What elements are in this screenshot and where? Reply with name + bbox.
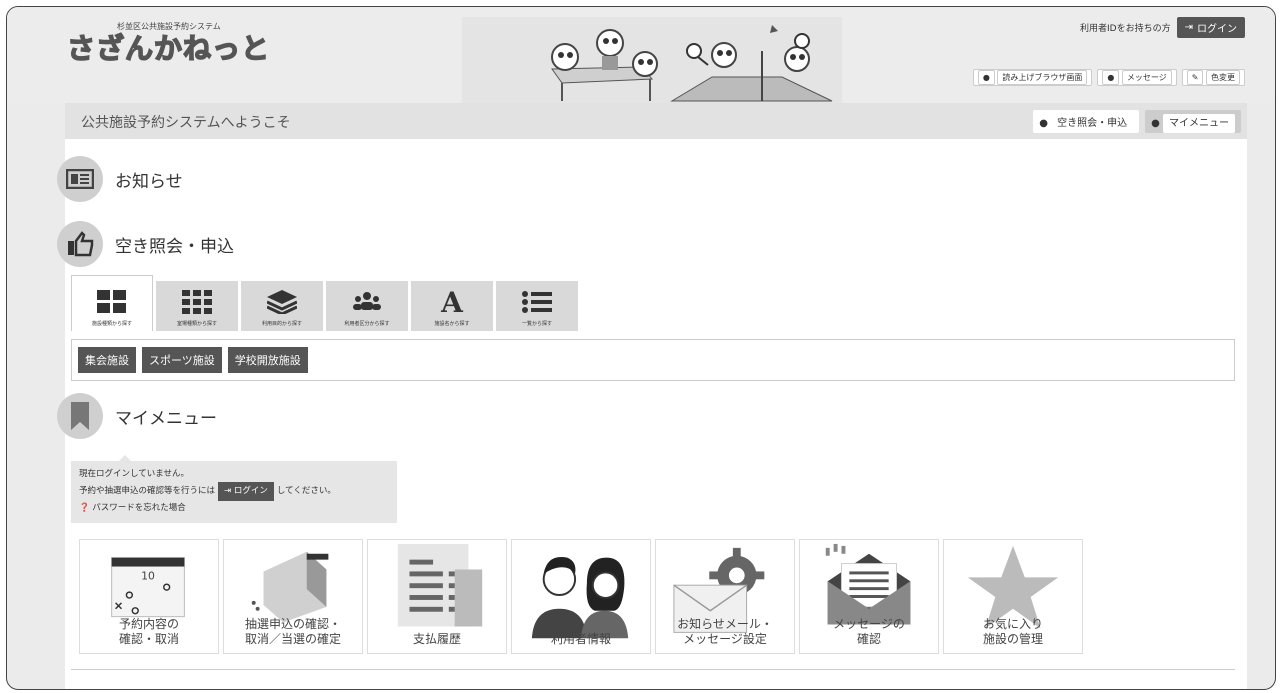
header-login-label: ログイン: [1197, 24, 1237, 35]
header-links: ● 読み上げブラウザ画面 ● メッセージ ✎ 色変更: [972, 69, 1245, 86]
forgot-password-link[interactable]: ❓ パスワードを忘れた場合: [79, 501, 389, 516]
mymenu-cards: 10 予約内容の 確認・取消 抽選申込の確認・ 取消／当選の確定 支払履歴 利用…: [79, 539, 1083, 654]
message-link[interactable]: ● メッセージ: [1097, 69, 1177, 86]
color-change-label: 色変更: [1206, 70, 1240, 85]
tab-list-label: 一覧から探す: [521, 321, 552, 327]
screen-reader-label: 読み上げブラウザ画面: [997, 70, 1088, 85]
divider: [71, 669, 1235, 670]
main-content: 公共施設予約システムへようこそ ● 空き照会・申込 ● マイメニュー お知らせ …: [57, 103, 1247, 689]
card-lottery-label: 抽選申込の確認・ 取消／当選の確定: [244, 617, 341, 646]
people-icon: [353, 292, 381, 310]
mymenu-section-header: マイメニュー: [57, 393, 217, 439]
hand-pointer-icon: [57, 221, 103, 267]
grid-4-icon: [97, 290, 126, 313]
layers-icon: [267, 290, 297, 314]
card-user-info[interactable]: 利用者情報: [511, 539, 651, 654]
site-logo[interactable]: さざんかねっと: [66, 27, 270, 67]
list-icon: [522, 291, 552, 313]
page-title: 公共施設予約システムへようこそ: [81, 115, 291, 131]
login-instruction-pre: 予約や抽選申込の確認等を行うには: [79, 486, 216, 496]
tab-room-type-label: 室場種類から探す: [176, 321, 217, 327]
tab-user-category-label: 利用者区分から探す: [344, 321, 390, 327]
grid-9-icon: [182, 290, 212, 314]
search-tabs: 施設種類から探す 室場種類から探す 利用目的から探す 利用者区分から探す A 施…: [71, 275, 578, 331]
tab-purpose[interactable]: 利用目的から探す: [241, 281, 323, 331]
tab-facility-type[interactable]: 施設種類から探す: [71, 275, 153, 331]
category-row: 集会施設 スポーツ施設 学校開放施設: [71, 339, 1235, 381]
site-header: 杉並区公共施設予約システム さざんかねっと 利用者IDをお持ちの方 ⇥ ログイン…: [7, 7, 1275, 103]
tab-room-type[interactable]: 室場種類から探す: [156, 281, 238, 331]
mymenu-nav-button[interactable]: ● マイメニュー: [1145, 110, 1241, 133]
calendar-number: 10: [141, 569, 155, 582]
card-message-check-label: メッセージの 確認: [833, 617, 905, 646]
welcome-bar: 公共施設予約システムへようこそ ● 空き照会・申込 ● マイメニュー: [65, 103, 1247, 139]
tab-purpose-label: 利用目的から探す: [261, 321, 302, 327]
card-payment-history[interactable]: 支払履歴: [367, 539, 507, 654]
card-favorites-label: お気に入り 施設の管理: [982, 617, 1043, 646]
letter-a-icon: A: [440, 288, 464, 314]
card-user-info-label: 利用者情報: [550, 632, 611, 646]
tab-user-category[interactable]: 利用者区分から探す: [326, 281, 408, 331]
screen-reader-link[interactable]: ● 読み上げブラウザ画面: [972, 69, 1093, 86]
header-login-area: 利用者IDをお持ちの方 ⇥ ログイン: [1080, 17, 1245, 38]
tab-facility-name-label: 施設名から探す: [434, 321, 470, 327]
tab-facility-type-label: 施設種類から探す: [91, 321, 132, 327]
mymenu-nav-label: マイメニュー: [1163, 114, 1235, 133]
notice-title: お知らせ: [115, 171, 183, 192]
login-instruction: 予約や抽選申込の確認等を行うには ⇥ ログイン してください。: [79, 482, 389, 501]
category-assembly-button[interactable]: 集会施設: [78, 347, 136, 373]
card-notification-settings-label: お知らせメール・ メッセージ設定: [677, 617, 773, 646]
header-illustration: [462, 17, 842, 103]
mymenu-title: マイメニュー: [115, 408, 217, 429]
forgot-password-label: パスワードを忘れた場合: [92, 503, 186, 513]
newspaper-icon: [57, 156, 103, 202]
login-status-text: 現在ログインしていません。: [79, 469, 189, 479]
availability-nav-button[interactable]: ● 空き照会・申込: [1033, 110, 1140, 133]
header-login-button[interactable]: ⇥ ログイン: [1176, 17, 1245, 38]
browser-frame: 杉並区公共施設予約システム さざんかねっと 利用者IDをお持ちの方 ⇥ ログイン…: [6, 6, 1276, 690]
welcome-buttons: ● 空き照会・申込 ● マイメニュー: [1033, 110, 1241, 133]
login-instruction-post: してください。: [276, 486, 336, 496]
message-label: メッセージ: [1121, 70, 1172, 85]
microphone-icon: ●: [977, 70, 995, 85]
bookmark-icon: [57, 393, 103, 439]
id-holder-text: 利用者IDをお持ちの方: [1080, 24, 1171, 34]
card-notification-settings[interactable]: お知らせメール・ メッセージ設定: [655, 539, 795, 654]
card-favorites[interactable]: お気に入り 施設の管理: [943, 539, 1083, 654]
availability-title: 空き照会・申込: [115, 236, 234, 257]
card-reservation-label: 予約内容の 確認・取消: [118, 617, 179, 646]
category-school-button[interactable]: 学校開放施設: [227, 347, 308, 373]
inline-login-label: ログイン: [233, 486, 268, 496]
card-lottery[interactable]: 抽選申込の確認・ 取消／当選の確定: [223, 539, 363, 654]
category-sports-button[interactable]: スポーツ施設: [142, 347, 222, 373]
brush-icon: ✎: [1186, 70, 1204, 85]
inline-login-button[interactable]: ⇥ ログイン: [218, 482, 274, 501]
tab-facility-name[interactable]: A 施設名から探す: [411, 281, 493, 331]
availability-section-header: 空き照会・申込: [57, 221, 234, 267]
color-change-link[interactable]: ✎ 色変更: [1181, 69, 1245, 86]
card-message-check[interactable]: メッセージの 確認: [799, 539, 939, 654]
notice-section-header[interactable]: お知らせ: [57, 156, 183, 202]
chat-bubble-icon: ●: [1102, 70, 1120, 85]
login-icon: ⇥: [1184, 22, 1193, 33]
card-reservation[interactable]: 10 予約内容の 確認・取消: [79, 539, 219, 654]
svg-text:A: A: [440, 288, 464, 314]
login-notice: 現在ログインしていません。 予約や抽選申込の確認等を行うには ⇥ ログイン してくだ…: [71, 455, 397, 523]
question-icon: ❓: [79, 503, 90, 513]
tab-list[interactable]: 一覧から探す: [496, 281, 578, 331]
availability-nav-label: 空き照会・申込: [1051, 114, 1134, 133]
card-payment-history-label: 支払履歴: [412, 632, 461, 646]
